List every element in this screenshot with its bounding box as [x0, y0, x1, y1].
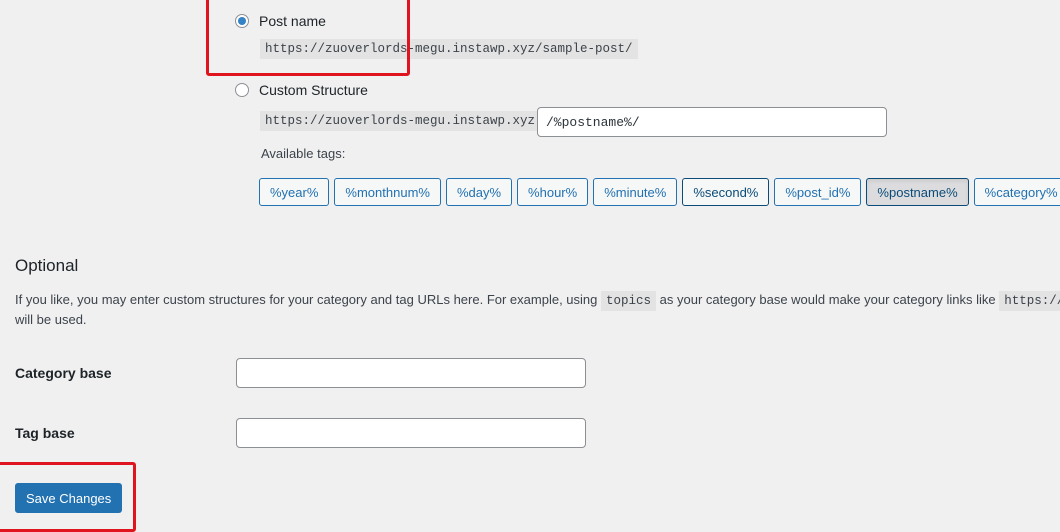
- optional-heading: Optional: [15, 256, 79, 275]
- custom-structure-label[interactable]: Custom Structure: [259, 82, 368, 98]
- custom-structure-input[interactable]: /%postname%/: [537, 107, 887, 137]
- available-tags-list: %year% %monthnum% %day% %hour% %minute% …: [259, 178, 1060, 206]
- optional-description-line2: will be used.: [15, 312, 87, 327]
- tag-button-minute[interactable]: %minute%: [593, 178, 678, 206]
- optional-description-code-url: https://z: [999, 291, 1060, 311]
- tag-button-year[interactable]: %year%: [259, 178, 330, 206]
- optional-description-text1: If you like, you may enter custom struct…: [15, 292, 598, 307]
- tag-button-monthnum[interactable]: %monthnum%: [334, 178, 441, 206]
- custom-structure-prefix: https://zuoverlords-megu.instawp.xyz: [260, 111, 541, 131]
- tag-button-hour[interactable]: %hour%: [517, 178, 589, 206]
- optional-description-code-topics: topics: [601, 291, 657, 311]
- category-base-input[interactable]: [236, 358, 586, 388]
- highlight-box-post-name: [206, 0, 410, 76]
- custom-structure-radio[interactable]: [235, 83, 249, 97]
- available-tags-label: Available tags:: [261, 146, 346, 161]
- optional-description-text2: as your category base would make your ca…: [659, 292, 996, 307]
- category-base-label: Category base: [15, 365, 112, 381]
- tag-base-label: Tag base: [15, 425, 75, 441]
- tag-button-post-id[interactable]: %post_id%: [774, 178, 862, 206]
- tag-button-day[interactable]: %day%: [445, 178, 513, 206]
- tag-button-second[interactable]: %second%: [682, 178, 770, 206]
- optional-description: If you like, you may enter custom struct…: [15, 290, 1060, 311]
- tag-button-category[interactable]: %category%: [973, 178, 1060, 206]
- tag-base-input[interactable]: [236, 418, 586, 448]
- tag-button-postname[interactable]: %postname%: [866, 178, 969, 206]
- highlight-box-save: [0, 462, 136, 532]
- custom-structure-value: /%postname%/: [546, 114, 640, 130]
